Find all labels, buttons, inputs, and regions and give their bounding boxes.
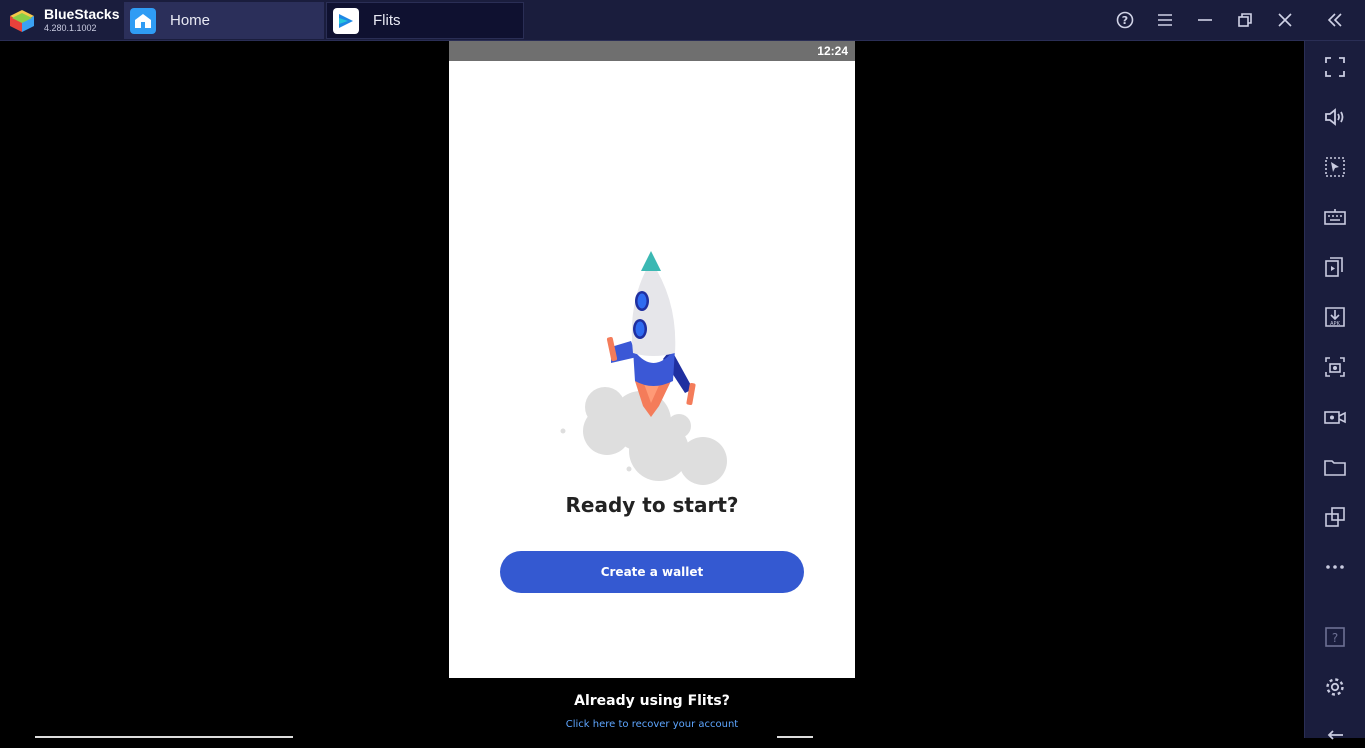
help-icon[interactable]: ?: [1105, 0, 1145, 40]
more-icon[interactable]: [1320, 552, 1350, 582]
keyboard-icon[interactable]: [1320, 202, 1350, 232]
record-icon[interactable]: [1320, 402, 1350, 432]
tab-home-label: Home: [170, 12, 211, 29]
tab-flits-label: Flits: [373, 12, 401, 29]
select-region-icon[interactable]: [1320, 152, 1350, 182]
status-time: 12:24: [817, 44, 848, 58]
collapse-sidebar-icon[interactable]: [1305, 0, 1365, 40]
settings-icon[interactable]: [1320, 672, 1350, 702]
bluestacks-logo-icon: [10, 10, 34, 32]
fullscreen-icon[interactable]: [1320, 52, 1350, 82]
tab-home[interactable]: Home: [124, 2, 324, 39]
close-icon[interactable]: [1265, 0, 1305, 40]
home-icon: [130, 7, 156, 34]
menu-icon[interactable]: [1145, 0, 1185, 40]
rocket-illustration: [560, 251, 727, 485]
help-icon[interactable]: ?: [1320, 622, 1350, 652]
status-bar: 12:24: [449, 41, 855, 61]
window-controls: ?: [1105, 0, 1365, 40]
svg-text:?: ?: [1332, 631, 1338, 645]
android-screen: 12:24 Ready to start? Create a wallet: [449, 41, 855, 678]
right-sidebar: APK ?: [1304, 41, 1365, 740]
title-bar: BlueStacks 4.280.1.1002 Home Flits ?: [0, 0, 1365, 41]
multi-window-icon[interactable]: [1320, 502, 1350, 532]
restore-icon[interactable]: [1225, 0, 1265, 40]
back-icon[interactable]: [1320, 718, 1350, 748]
create-wallet-button[interactable]: Create a wallet: [500, 551, 804, 593]
screenshot-icon[interactable]: [1320, 352, 1350, 382]
brand-name: BlueStacks: [44, 6, 120, 22]
svg-text:APK: APK: [1330, 321, 1340, 327]
flits-app-icon: [333, 7, 359, 34]
recover-account-link[interactable]: Click here to recover your account: [449, 719, 855, 730]
volume-icon[interactable]: [1320, 102, 1350, 132]
bluestacks-brand: BlueStacks 4.280.1.1002: [6, 4, 122, 36]
multi-instance-icon[interactable]: [1320, 252, 1350, 282]
minimize-icon[interactable]: [1185, 0, 1225, 40]
app-version: 4.280.1.1002: [44, 23, 97, 33]
headline: Ready to start?: [565, 493, 739, 517]
tab-flits[interactable]: Flits: [326, 2, 524, 39]
create-wallet-label: Create a wallet: [600, 565, 704, 579]
folder-icon[interactable]: [1320, 452, 1350, 482]
svg-text:?: ?: [1122, 14, 1128, 27]
already-using-text: Already using Flits?: [574, 693, 730, 709]
install-apk-icon[interactable]: APK: [1320, 302, 1350, 332]
